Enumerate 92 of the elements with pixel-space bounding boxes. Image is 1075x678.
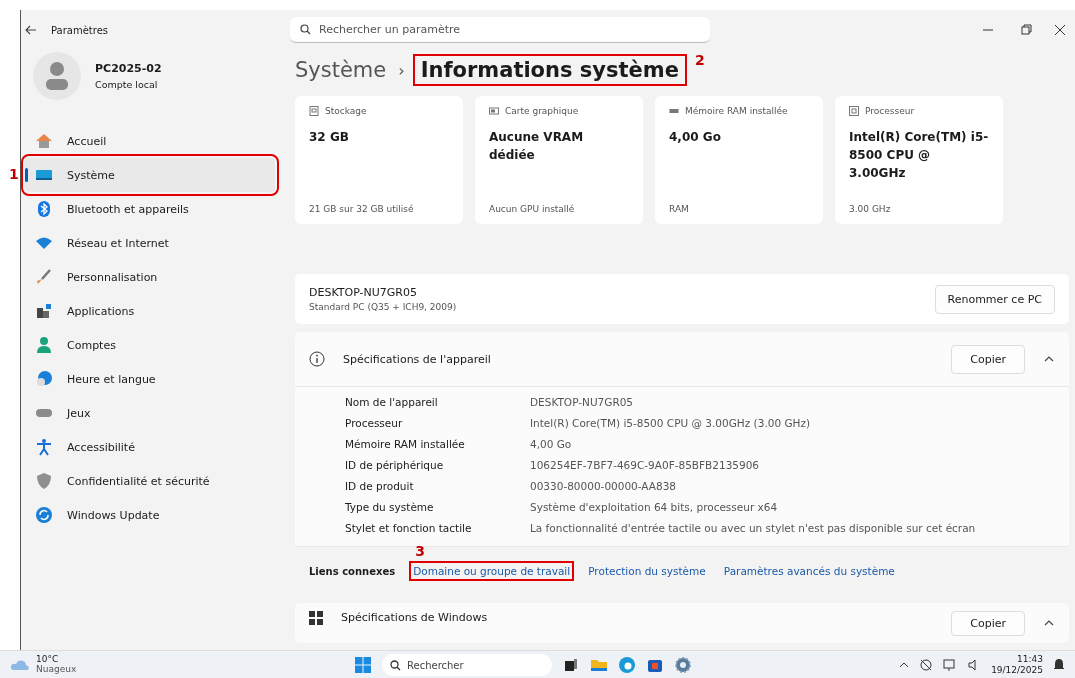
copy-button[interactable]: Copier bbox=[951, 344, 1025, 374]
breadcrumb-separator: › bbox=[398, 60, 405, 80]
card-detail: 21 GB sur 32 GB utilisé bbox=[309, 204, 415, 214]
spec-value: La fonctionnalité d'entrée tactile ou avec un stylet n'est pas disponible sur cet écran bbox=[530, 521, 977, 536]
spec-value: DESKTOP-NU7GR05 bbox=[530, 395, 635, 410]
related-links-label: Liens connexes bbox=[309, 565, 396, 577]
sidebar-item[interactable]: Heure et langue bbox=[25, 362, 275, 396]
info-icon bbox=[309, 351, 325, 367]
sidebar-item[interactable]: Bluetooth et appareils bbox=[25, 192, 275, 226]
sidebar-item[interactable]: Accessibilité bbox=[25, 430, 275, 464]
sidebar-item[interactable]: Personnalisation bbox=[25, 260, 275, 294]
sidebar-item[interactable]: Jeux bbox=[25, 396, 275, 430]
profile-name: PC2025-02 bbox=[95, 62, 162, 75]
device-model: Standard PC (Q35 + ICH9, 2009) bbox=[309, 302, 457, 312]
account-type: Compte local bbox=[95, 79, 159, 90]
home-icon bbox=[35, 132, 53, 150]
gear-icon[interactable] bbox=[674, 656, 692, 674]
related-link[interactable]: Protection du système bbox=[588, 565, 706, 577]
sidebar-item[interactable]: Réseau et Internet bbox=[25, 226, 275, 260]
window-title: Paramètres bbox=[51, 24, 109, 36]
windows-logo-icon bbox=[309, 611, 323, 625]
drive-icon bbox=[309, 106, 319, 116]
card-label: Carte graphique bbox=[505, 106, 579, 116]
sidebar-item[interactable]: Windows Update bbox=[25, 498, 275, 532]
spec-value: 106254EF-7BF7-469C-9A0F-85BFB2135906 bbox=[530, 458, 761, 473]
card-value: Intel(R) Core(TM) i5-8500 CPU @ 3.00GHz bbox=[849, 129, 989, 182]
spec-label: Type du système bbox=[345, 500, 435, 515]
card-label: Mémoire RAM installée bbox=[685, 106, 788, 116]
spec-label: Stylet et fonction tactile bbox=[345, 521, 473, 536]
cloud-icon bbox=[10, 659, 30, 671]
card-label: Processeur bbox=[865, 106, 915, 116]
accessibility-icon bbox=[35, 438, 53, 456]
breadcrumb-parent[interactable]: Système bbox=[295, 58, 387, 82]
clock-time[interactable]: 11:43 bbox=[991, 654, 1043, 665]
rename-button[interactable]: Renommer ce PC bbox=[934, 284, 1055, 314]
brush-icon bbox=[35, 268, 53, 286]
card-value: Aucune VRAM dédiée bbox=[489, 129, 585, 164]
chevron-icon[interactable] bbox=[1043, 355, 1055, 363]
browser-icon[interactable] bbox=[618, 656, 636, 674]
spec-label: Nom de l'appareil bbox=[345, 395, 439, 410]
card-value: 4,00 Go bbox=[669, 129, 722, 146]
copy-button[interactable]: Copier bbox=[951, 611, 1025, 636]
display-icon[interactable] bbox=[943, 658, 958, 672]
bell-icon[interactable] bbox=[1053, 658, 1065, 672]
temperature: 10°C bbox=[36, 655, 60, 665]
clock-date[interactable]: 19/12/2025 bbox=[991, 665, 1043, 676]
apps-icon bbox=[35, 302, 53, 320]
card-detail: RAM bbox=[669, 204, 690, 214]
search-placeholder: Rechercher un paramètre bbox=[319, 23, 461, 36]
start-icon[interactable] bbox=[354, 656, 372, 674]
back-arrow-icon[interactable] bbox=[25, 25, 37, 35]
avatar-icon bbox=[33, 52, 81, 100]
graphics-card-icon bbox=[489, 106, 499, 116]
annotation-number: 3 bbox=[415, 543, 425, 559]
shield-icon bbox=[35, 472, 53, 490]
task-view-icon[interactable] bbox=[562, 656, 580, 674]
card-detail: Aucun GPU installé bbox=[489, 204, 576, 214]
spec-value: Système d'exploitation 64 bits, processeur x64 bbox=[530, 500, 779, 515]
spec-value: Intel(R) Core(TM) i5-8500 CPU @ 3.00GHz (3.00 GHz) bbox=[530, 416, 812, 431]
device-name: DESKTOP-NU7GR05 bbox=[309, 286, 418, 299]
spec-value: 00330-80000-00000-AA838 bbox=[530, 479, 678, 494]
spec-label: Processeur bbox=[345, 416, 404, 431]
section-title: Spécifications de l'appareil bbox=[343, 352, 491, 366]
annotation-number: 1 bbox=[9, 166, 19, 182]
spec-label: ID de produit bbox=[345, 479, 415, 494]
globe-clock-icon bbox=[35, 370, 53, 388]
sidebar-item[interactable]: Applications bbox=[25, 294, 275, 328]
taskbar-search[interactable]: Rechercher bbox=[382, 654, 552, 676]
related-link[interactable]: Paramètres avancés du système bbox=[723, 565, 895, 577]
card-detail: 3.00 GHz bbox=[849, 204, 892, 214]
no-network-icon[interactable] bbox=[919, 658, 934, 672]
search-icon bbox=[390, 659, 401, 671]
annotation-number: 2 bbox=[694, 52, 705, 68]
spec-label: Mémoire RAM installée bbox=[345, 437, 466, 452]
card-value: 32 GB bbox=[309, 129, 350, 146]
bluetooth-icon bbox=[35, 200, 53, 218]
spec-label: ID de périphérique bbox=[345, 458, 445, 473]
chevron-icon[interactable] bbox=[1043, 619, 1055, 627]
sidebar-item[interactable]: Comptes bbox=[25, 328, 275, 362]
person-icon bbox=[35, 336, 53, 354]
memory-icon bbox=[669, 106, 679, 116]
spec-value: 4,00 Go bbox=[530, 437, 573, 452]
sidebar-item[interactable]: Accueil bbox=[25, 124, 275, 158]
search-field[interactable]: Rechercher un paramètre bbox=[290, 17, 711, 43]
weather-condition: Nuageux bbox=[36, 665, 77, 675]
search-icon bbox=[300, 24, 312, 35]
section-title: Spécifications de Windows bbox=[341, 611, 488, 624]
card-label: Stockage bbox=[325, 106, 367, 116]
update-icon bbox=[35, 506, 53, 524]
chevron-up-icon[interactable] bbox=[899, 661, 910, 669]
processor-icon bbox=[849, 106, 859, 116]
sidebar-item[interactable]: Confidentialité et sécurité bbox=[25, 464, 275, 498]
